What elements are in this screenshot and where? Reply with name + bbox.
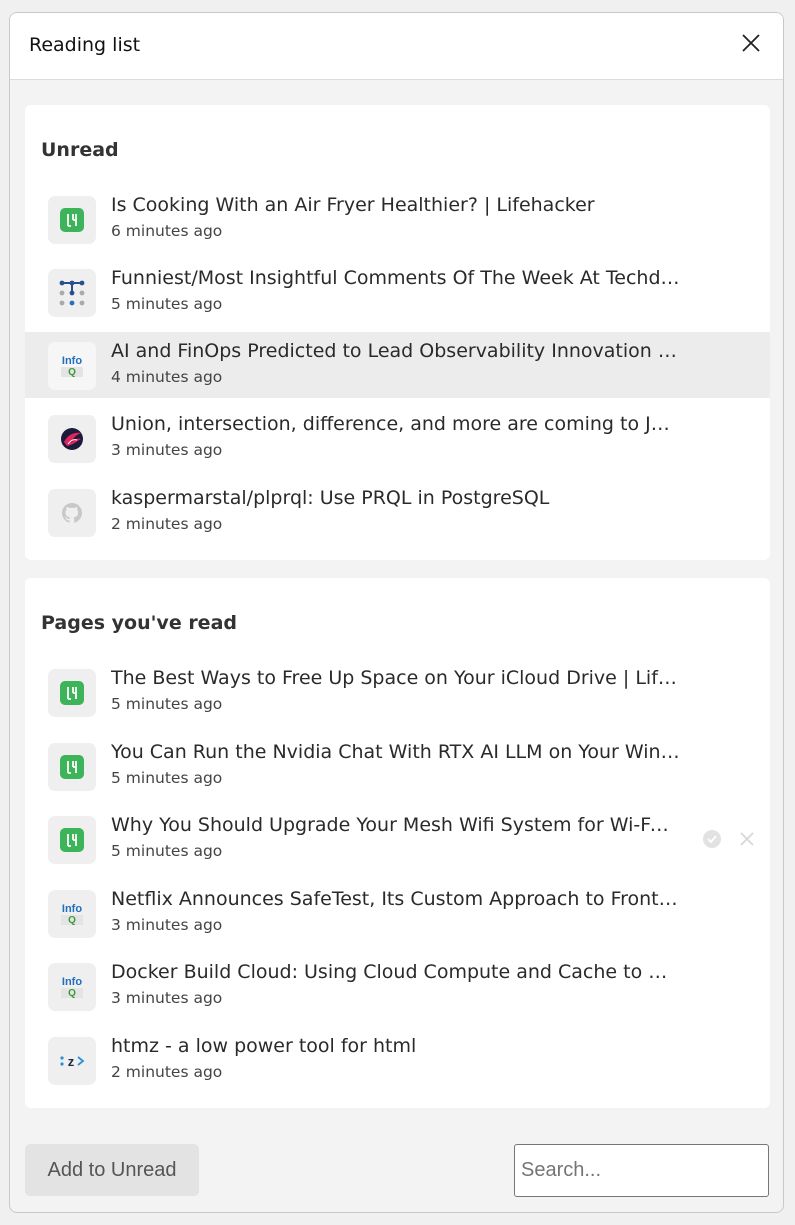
item-title: htmz - a low power tool for html: [111, 1035, 417, 1057]
item-title: The Best Ways to Free Up Space on Your i…: [111, 667, 681, 689]
item-title: You Can Run the Nvidia Chat With RTX AI …: [111, 741, 681, 763]
list-item[interactable]: Funniest/Most Insightful Comments Of The…: [25, 259, 770, 325]
panel-title: Reading list: [29, 34, 141, 56]
section-title-read: Pages you've read: [41, 612, 237, 634]
unread-section: Unread Is Cooking With an Air Fryer Heal…: [25, 105, 770, 560]
list-item[interactable]: Union, intersection, difference, and mor…: [25, 405, 770, 471]
lifehacker-icon: [48, 669, 96, 717]
list-item[interactable]: kaspermarstal/plprql: Use PRQL in Postgr…: [25, 479, 770, 545]
list-item[interactable]: Is Cooking With an Air Fryer Healthier? …: [25, 186, 770, 252]
reading-list-panel: Reading list Unread Is Cooking With an A…: [9, 12, 784, 1213]
list-item[interactable]: Info Q AI and FinOps Predicted to Lead O…: [25, 332, 770, 398]
lifehacker-icon: [48, 816, 96, 864]
lifehacker-icon: [48, 196, 96, 244]
section-title-unread: Unread: [41, 139, 119, 161]
list-item[interactable]: The Best Ways to Free Up Space on Your i…: [25, 659, 770, 725]
techdirt-icon: [48, 269, 96, 317]
search-input[interactable]: [514, 1144, 769, 1197]
row-actions: [702, 828, 756, 850]
panel-footer: Add to Unread: [10, 1128, 783, 1212]
item-time: 2 minutes ago: [111, 515, 223, 533]
item-title: Docker Build Cloud: Using Cloud Compute …: [111, 961, 681, 983]
list-item[interactable]: Info Q Netflix Announces SafeTest, Its C…: [25, 880, 770, 946]
github-icon: [48, 489, 96, 537]
infoq-icon: Info Q: [48, 963, 96, 1011]
mark-read-icon[interactable]: [702, 829, 722, 849]
list-item[interactable]: z htmz - a low power tool for html 2 min…: [25, 1027, 770, 1093]
infoq-icon: Info Q: [48, 890, 96, 938]
svg-text:Info: Info: [62, 976, 82, 988]
svg-text:Info: Info: [62, 903, 82, 915]
read-section: Pages you've read The Best Ways to Free …: [25, 578, 770, 1108]
item-time: 5 minutes ago: [111, 769, 223, 787]
svg-text:Q: Q: [68, 988, 76, 999]
item-title: Netflix Announces SafeTest, Its Custom A…: [111, 888, 681, 910]
close-button[interactable]: [739, 31, 763, 55]
list-item[interactable]: Why You Should Upgrade Your Mesh Wifi Sy…: [25, 806, 770, 872]
svg-text:z: z: [68, 1054, 75, 1068]
lifehacker-icon: [48, 743, 96, 791]
item-title: Funniest/Most Insightful Comments Of The…: [111, 267, 681, 289]
item-time: 4 minutes ago: [111, 368, 223, 386]
item-time: 2 minutes ago: [111, 1063, 223, 1081]
item-title: kaspermarstal/plprql: Use PRQL in Postgr…: [111, 487, 550, 509]
list-item[interactable]: Info Q Docker Build Cloud: Using Cloud C…: [25, 953, 770, 1019]
item-time: 3 minutes ago: [111, 441, 223, 459]
item-time: 5 minutes ago: [111, 295, 223, 313]
item-title: Is Cooking With an Air Fryer Healthier? …: [111, 194, 595, 216]
item-time: 6 minutes ago: [111, 222, 223, 240]
infoq-icon: Info Q: [48, 342, 96, 390]
item-time: 3 minutes ago: [111, 916, 223, 934]
item-title: Union, intersection, difference, and mor…: [111, 413, 681, 435]
list-item[interactable]: You Can Run the Nvidia Chat With RTX AI …: [25, 733, 770, 799]
phoenix-icon: [48, 415, 96, 463]
add-to-unread-button[interactable]: Add to Unread: [25, 1144, 199, 1196]
htmz-icon: z: [48, 1037, 96, 1085]
svg-text:Info: Info: [62, 355, 82, 367]
item-title: AI and FinOps Predicted to Lead Observab…: [111, 340, 681, 362]
svg-text:Q: Q: [68, 367, 76, 378]
item-time: 3 minutes ago: [111, 989, 223, 1007]
close-icon: [742, 34, 760, 52]
delete-icon[interactable]: [738, 830, 756, 848]
panel-header: Reading list: [10, 13, 783, 80]
item-time: 5 minutes ago: [111, 695, 223, 713]
svg-text:Q: Q: [68, 915, 76, 926]
item-title: Why You Should Upgrade Your Mesh Wifi Sy…: [111, 814, 673, 836]
item-time: 5 minutes ago: [111, 842, 223, 860]
